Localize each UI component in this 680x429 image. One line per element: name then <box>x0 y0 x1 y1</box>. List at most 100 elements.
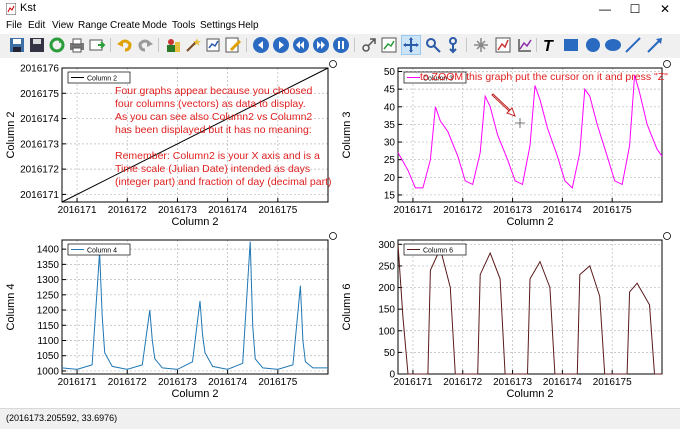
y-tick-label: 1150 <box>37 321 59 332</box>
box-icon[interactable] <box>562 36 580 54</box>
x-tick-label: 2016172 <box>443 377 482 388</box>
back-icon[interactable] <box>252 36 270 54</box>
y-tick-label: 50 <box>384 67 396 78</box>
arrow-icon[interactable] <box>646 36 664 54</box>
menu-create[interactable]: Create <box>110 20 140 31</box>
save-icon[interactable] <box>8 36 26 54</box>
first-icon[interactable] <box>292 36 310 54</box>
y-tick-label: 250 <box>378 261 395 272</box>
line-icon[interactable] <box>624 36 642 54</box>
legend-label: Column 6 <box>423 248 453 255</box>
legend: Column 4 <box>67 243 131 256</box>
menu-settings[interactable]: Settings <box>200 20 236 31</box>
zoom-annotation: to ZOOM this graph put the cursor on it … <box>420 71 668 83</box>
x-tick-label: 2016174 <box>208 205 247 216</box>
zoom-mode-icon[interactable] <box>380 36 398 54</box>
x-axis-label: Column 2 <box>506 388 553 400</box>
kst-app-icon <box>6 3 16 15</box>
redo-icon[interactable] <box>136 36 154 54</box>
y-tick-label: 15 <box>384 190 396 201</box>
x-tick-label: 2016173 <box>158 377 197 388</box>
chart-icon[interactable] <box>516 36 534 54</box>
x-tick-label: 2016174 <box>543 205 582 216</box>
y-tick-label: 1050 <box>37 351 60 362</box>
menu-edit[interactable]: Edit <box>28 20 45 31</box>
plot-frame <box>397 239 663 375</box>
x-tick-label: 2016175 <box>593 377 632 388</box>
plot-select-handle <box>329 60 337 68</box>
data-manager-icon[interactable] <box>164 36 182 54</box>
plugin-icon[interactable] <box>204 36 222 54</box>
y-tick-label: 35 <box>384 120 396 131</box>
pause-icon[interactable] <box>332 36 350 54</box>
x-tick-label: 2016174 <box>543 377 582 388</box>
status-bar: (2016173.205592, 33.6976) <box>0 408 680 429</box>
menu-view[interactable]: View <box>52 20 74 31</box>
svg-text:T: T <box>543 38 554 54</box>
annotation-line: has been displayed but it has no meaning… <box>115 124 312 136</box>
circle-icon[interactable] <box>584 36 602 54</box>
annotation-line: four columns (vectors) as data to displa… <box>115 98 306 110</box>
menu-help[interactable]: Help <box>238 20 259 31</box>
plots-svg[interactable]: 2016171 2016172 2016173 2016174 2016175 20161… <box>0 58 680 408</box>
last-icon[interactable] <box>312 36 330 54</box>
zoom-y-icon[interactable] <box>444 36 462 54</box>
toolbar-separator <box>246 38 247 52</box>
print-icon[interactable] <box>68 36 86 54</box>
zoom-x-icon[interactable] <box>424 36 442 54</box>
y-tick-label: 0 <box>389 370 395 381</box>
export-icon[interactable] <box>88 36 106 54</box>
y-tick-label: 20 <box>384 173 396 184</box>
y-tick-label: 150 <box>378 305 395 316</box>
x-axis-label: Column 2 <box>171 388 218 400</box>
maximize-button[interactable]: ☐ <box>620 0 650 18</box>
undo-icon[interactable] <box>116 36 134 54</box>
menu-file[interactable]: File <box>6 20 22 31</box>
x-tick-label: 2016175 <box>258 205 297 216</box>
annotation-line: Four graphs appear because you choosed <box>115 85 312 97</box>
plot-canvas[interactable]: 2016171 2016172 2016173 2016174 2016175 20161… <box>0 58 680 408</box>
y-axis-label: Column 4 <box>5 283 17 330</box>
menu-range[interactable]: Range <box>78 20 107 31</box>
x-tick-label: 2016175 <box>593 205 632 216</box>
y-tick-label: 50 <box>384 348 396 359</box>
y-tick-label: 2016175 <box>20 89 59 100</box>
legend-label: Column 4 <box>87 248 117 255</box>
select-mode-icon[interactable] <box>401 35 421 55</box>
plot-select-handle <box>329 232 337 240</box>
toolbar: T <box>0 34 680 56</box>
y-tick-label: 1200 <box>37 306 60 317</box>
y-tick-label: 2016172 <box>20 165 59 176</box>
y-tick-label: 1000 <box>37 366 60 377</box>
text-icon[interactable]: T <box>540 36 558 55</box>
x-tick-label: 2016171 <box>393 377 432 388</box>
toolbar-separator <box>110 38 111 52</box>
save-as-icon[interactable] <box>28 36 46 54</box>
y-tick-label: 300 <box>378 240 395 251</box>
grid-icon[interactable] <box>472 36 490 54</box>
menu-tools[interactable]: Tools <box>172 20 195 31</box>
x-tick-label: 2016174 <box>208 377 247 388</box>
x-tick-label: 2016172 <box>443 205 482 216</box>
edit-icon[interactable] <box>224 36 242 54</box>
forward-icon[interactable] <box>272 36 290 54</box>
y-axis-label: Column 6 <box>341 283 353 330</box>
x-tick-label: 2016173 <box>493 377 532 388</box>
y-tick-label: 1250 <box>37 290 60 301</box>
layout-mode-icon[interactable] <box>360 36 378 54</box>
menu-mode[interactable]: Mode <box>142 20 167 31</box>
y-tick-label: 2016174 <box>20 114 59 125</box>
plot-select-handle <box>663 232 671 240</box>
toolbar-separator <box>158 38 159 52</box>
plot-icon[interactable] <box>494 36 512 54</box>
y-tick-label: 1350 <box>37 260 60 271</box>
ellipse-icon[interactable] <box>604 36 622 54</box>
y-tick-label: 1100 <box>37 336 59 347</box>
x-tick-label: 2016173 <box>158 205 197 216</box>
data-wizard-icon[interactable] <box>184 36 202 54</box>
close-button[interactable]: ✕ <box>650 0 680 18</box>
minimize-button[interactable]: — <box>590 0 620 18</box>
series-line <box>397 74 663 189</box>
reload-icon[interactable] <box>48 36 66 54</box>
window-title: Kst <box>20 2 36 14</box>
